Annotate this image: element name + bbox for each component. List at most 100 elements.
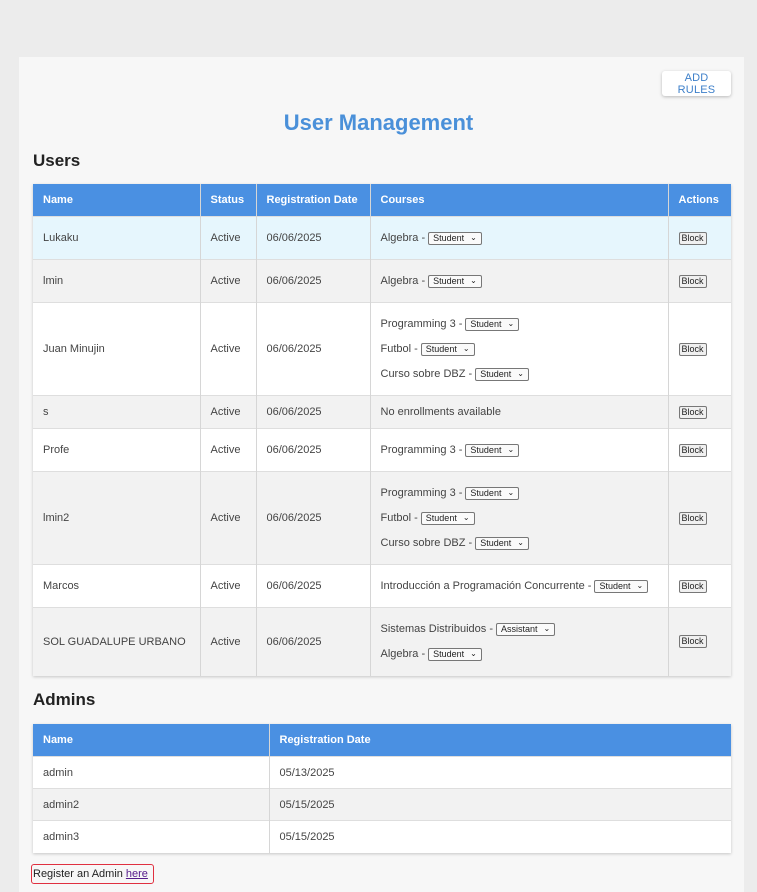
block-button[interactable]: Block: [678, 635, 707, 649]
role-value: Student: [480, 538, 512, 548]
page-title: User Management: [283, 110, 474, 135]
user-name-cell: lmin: [33, 259, 201, 303]
register-admin-link[interactable]: here: [126, 868, 148, 880]
role-select[interactable]: Student ⌄: [465, 317, 520, 331]
user-actions-cell: Block: [668, 471, 731, 565]
user-name-cell: SOL GUADALUPE URBANO: [33, 607, 201, 676]
course-line: Algebra - Student ⌄: [381, 226, 658, 251]
role-value: Student: [425, 344, 457, 354]
role-value: Student: [433, 649, 465, 660]
add-rules-button[interactable]: ADD RULES: [662, 71, 731, 96]
block-button[interactable]: Block: [678, 274, 707, 288]
user-actions-cell: Block: [668, 259, 731, 303]
course-name: Futbol -: [380, 343, 418, 355]
register-admin-text: Register an Admin: [33, 868, 123, 880]
course-name: Curso sobre DBZ -: [380, 537, 473, 549]
role-select[interactable]: Student ⌄: [420, 511, 475, 525]
column-header-registration-date: Registration Date: [256, 184, 371, 217]
user-actions-cell: Block: [668, 607, 731, 676]
course-name: Curso sobre DBZ -: [380, 368, 473, 380]
admins-section-title: Admins: [33, 690, 96, 709]
role-select[interactable]: Student ⌄: [465, 486, 520, 500]
user-courses-cell: Programming 3 - Student ⌄: [370, 428, 669, 472]
column-header-name: Name: [33, 184, 201, 217]
course-name: Algebra -: [380, 232, 426, 244]
course-name: Algebra -: [380, 648, 426, 661]
chevron-down-icon: ⌄: [470, 649, 477, 659]
role-value: Student: [433, 276, 465, 286]
course-line: Sistemas Distribuidos - Assistant ⌄: [381, 617, 658, 642]
user-courses-cell: Programming 3 - Student ⌄ Futbol - Student ⌄ C…: [370, 471, 669, 565]
admin-row: admin3 05/15/2025: [33, 820, 731, 853]
user-row: lmin2 Active 06/06/2025 Programming 3 - Stud…: [33, 471, 731, 565]
course-line: Futbol - Student ⌄: [381, 337, 658, 362]
admin-name-cell: admin3: [33, 820, 270, 853]
user-row: SOL GUADALUPE URBANO Active 06/06/2025 Sist…: [33, 607, 731, 676]
block-button[interactable]: Block: [678, 443, 707, 457]
course-name: Programming 3 -: [380, 318, 463, 330]
user-actions-cell: Block: [668, 428, 731, 472]
column-header-status: Status: [200, 184, 257, 217]
course-name: Futbol -: [380, 512, 418, 524]
course-line: Programming 3 - Student ⌄: [381, 481, 658, 506]
course-line: Algebra - Student ⌄: [381, 642, 658, 667]
role-select[interactable]: Student ⌄: [420, 342, 475, 356]
user-actions-cell: Block: [668, 395, 731, 429]
admins-table-header: Name Registration Date: [33, 724, 731, 757]
column-header-name: Name: [33, 724, 270, 757]
role-select[interactable]: Student ⌄: [475, 536, 529, 550]
user-date-cell: 06/06/2025: [256, 395, 371, 429]
user-courses-cell: Algebra - Student ⌄: [370, 216, 669, 260]
role-value: Student: [425, 513, 457, 523]
user-name-cell: Juan Minujin: [33, 302, 201, 396]
user-name-cell: Marcos: [33, 564, 201, 608]
course-line: Introducción a Programación Concurrente …: [381, 574, 658, 599]
role-select[interactable]: Student ⌄: [428, 274, 482, 288]
user-row: Marcos Active 06/06/2025 Introducción a Pro…: [33, 564, 731, 608]
user-status-cell: Active: [200, 259, 257, 303]
role-select[interactable]: Student ⌄: [428, 231, 482, 245]
user-name-cell: Lukaku: [33, 216, 201, 260]
column-header-registration-date: Registration Date: [269, 724, 731, 757]
role-select[interactable]: Student ⌄: [475, 367, 529, 381]
user-date-cell: 06/06/2025: [256, 216, 371, 260]
block-button[interactable]: Block: [678, 231, 707, 245]
user-status-cell: Active: [200, 395, 257, 429]
user-date-cell: 06/06/2025: [256, 428, 371, 472]
chevron-down-icon: ⌄: [462, 344, 470, 353]
user-courses-cell: Algebra - Student ⌄: [370, 259, 669, 303]
admin-name-cell: admin2: [33, 788, 270, 821]
users-section-title: Users: [33, 151, 81, 170]
role-select[interactable]: Assistant ⌄: [495, 622, 556, 636]
admin-row: admin2 05/15/2025: [33, 788, 731, 821]
user-date-cell: 06/06/2025: [256, 259, 371, 303]
role-value: Student: [470, 445, 502, 455]
user-status-cell: Active: [200, 302, 257, 396]
block-button[interactable]: Block: [678, 405, 707, 419]
chevron-down-icon: ⌄: [636, 581, 644, 590]
user-date-cell: 06/06/2025: [256, 471, 371, 565]
block-button[interactable]: Block: [678, 342, 707, 356]
user-actions-cell: Block: [668, 216, 731, 260]
user-courses-cell: Sistemas Distribuidos - Assistant ⌄ Algebra…: [370, 607, 669, 676]
chevron-down-icon: ⌄: [507, 488, 515, 497]
role-select[interactable]: Student ⌄: [594, 579, 649, 593]
admin-date-cell: 05/15/2025: [269, 788, 731, 821]
user-row: lmin Active 06/06/2025 Algebra - Student ⌄ Blo…: [33, 259, 731, 303]
course-line: Curso sobre DBZ - Student ⌄: [381, 531, 658, 556]
user-row: Juan Minujin Active 06/06/2025 Programming …: [33, 302, 731, 396]
user-status-cell: Active: [200, 428, 257, 472]
user-status-cell: Active: [200, 216, 257, 260]
block-button[interactable]: Block: [678, 579, 707, 593]
block-button[interactable]: Block: [678, 511, 707, 525]
chevron-down-icon: ⌄: [470, 276, 477, 285]
user-status-cell: Active: [200, 471, 257, 565]
user-courses-cell: Programming 3 - Student ⌄ Futbol - Student ⌄ C…: [370, 302, 669, 396]
role-select[interactable]: Student ⌄: [465, 443, 520, 457]
user-name-cell: s: [33, 395, 201, 429]
admin-name-cell: admin: [33, 756, 270, 789]
user-courses-cell: No enrollments available: [370, 395, 669, 429]
chevron-down-icon: ⌄: [507, 445, 515, 454]
chevron-down-icon: ⌄: [517, 369, 524, 378]
role-select[interactable]: Student ⌄: [428, 647, 482, 661]
